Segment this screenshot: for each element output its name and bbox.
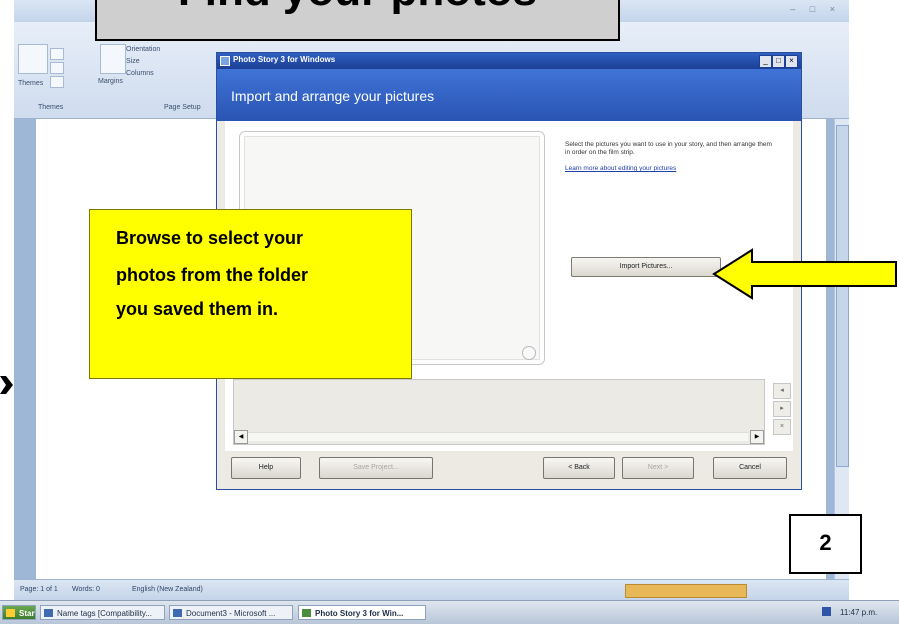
windows-logo-icon [6,609,15,617]
callout-line: Browse to select your [116,228,304,248]
slide-title: Find your photos [97,0,618,16]
save-project-button[interactable]: Save Project... [319,457,433,479]
cancel-button[interactable]: Cancel [713,457,787,479]
taskbar-button-document3[interactable]: Document3 - Microsoft ... [169,605,293,620]
help-button[interactable]: Help [231,457,301,479]
learn-more-link[interactable]: Learn more about editing your pictures [565,165,676,172]
vertical-scrollbar[interactable] [834,119,849,579]
taskbar-button-name-tags[interactable]: Name tags [Compatibility... [40,605,165,620]
next-button[interactable]: Next > [622,457,694,479]
page-number: 2 [819,530,832,555]
margins-label: Margins [98,78,123,85]
slide-title-banner: Find your photos [95,0,620,41]
delete-icon[interactable]: × [773,419,791,435]
bullet-marker-icon [0,376,13,394]
size-button[interactable]: Size [126,58,140,65]
minimize-icon[interactable]: _ [759,55,772,68]
taskbar-label: Photo Story 3 for Win... [315,609,404,618]
word-doc-icon [44,609,53,617]
dialog-title: Photo Story 3 for Windows [233,55,336,64]
status-words[interactable]: Words: 0 [72,586,100,593]
status-language[interactable]: English (New Zealand) [132,586,203,593]
pointer-arrow-icon [712,248,897,300]
fonts-icon[interactable] [50,62,64,74]
tray-language-icon[interactable] [822,607,831,616]
themes-label: Themes [18,80,44,87]
move-left-icon[interactable]: ◂ [773,383,791,399]
page-number-box: 2 [789,514,862,574]
move-right-icon[interactable]: ▸ [773,401,791,417]
status-bar: Page: 1 of 1 Words: 0 English (New Zeala… [14,579,849,600]
import-pictures-button[interactable]: Import Pictures... [571,257,721,277]
group-themes-label: Themes [38,104,64,111]
maximize-icon[interactable]: □ [772,55,785,68]
colors-icon[interactable] [50,48,64,60]
back-button[interactable]: < Back [543,457,615,479]
start-button[interactable]: Start [2,605,36,620]
start-label: Start [19,609,36,618]
taskbar-label: Document3 - Microsoft ... [186,609,276,618]
instruction-callout: Browse to select your photos from the fo… [89,209,412,379]
taskbar-button-photo-story[interactable]: Photo Story 3 for Win... [298,605,426,620]
dialog-heading: Import and arrange your pictures [231,88,435,104]
word-doc-icon [173,609,182,617]
clock[interactable]: 11:47 p.m. [840,608,877,617]
film-strip-scrollbar[interactable] [248,432,748,441]
callout-line: photos from the folder [116,265,308,285]
scroll-right-icon[interactable]: ▶ [750,430,764,444]
instructions-text: Select the pictures you want to use in y… [565,141,772,156]
callout-line: you saved them in. [116,299,279,319]
scroll-left-icon[interactable]: ◀ [234,430,248,444]
dialog-header: Import and arrange your pictures [217,69,801,121]
columns-button[interactable]: Columns [126,70,154,77]
dialog-titlebar: Photo Story 3 for Windows _ □ × [217,53,801,69]
orientation-button[interactable]: Orientation [126,46,160,53]
status-page[interactable]: Page: 1 of 1 [20,586,58,593]
rotate-icon[interactable] [522,346,536,360]
photo-story-icon [302,609,311,617]
taskbar-label: Name tags [Compatibility... [57,609,152,618]
group-page-setup-label: Page Setup [164,104,201,111]
margins-button[interactable] [100,44,126,74]
window-controls[interactable]: – □ × [790,4,841,14]
close-icon[interactable]: × [785,55,798,68]
photo-story-app-icon [220,56,230,66]
view-and-zoom-controls[interactable] [625,584,747,598]
themes-button[interactable] [18,44,48,74]
effects-icon[interactable] [50,76,64,88]
film-strip[interactable]: ◀ ▶ [233,379,765,445]
taskbar: Start Name tags [Compatibility... Docume… [0,600,899,624]
